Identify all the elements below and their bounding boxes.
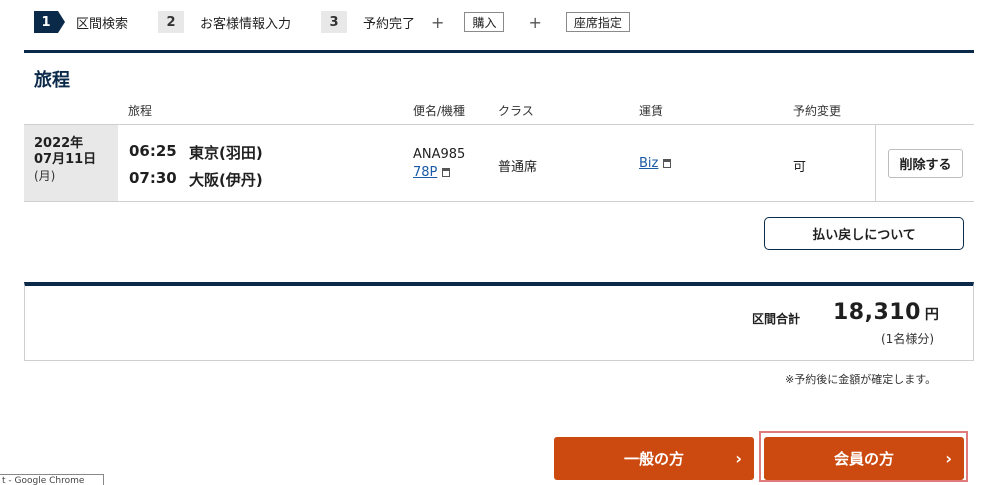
arrival-airport: 大阪(伊丹) (189, 171, 263, 189)
section-top-border (24, 50, 974, 53)
itinerary-row: 2022年 07月11日 (月) 06:25 東京(羽田) 07:30 大阪(伊… (24, 124, 974, 202)
arrival-time: 07:30 (129, 169, 177, 187)
flight-number: ANA985 (413, 147, 466, 162)
column-divider (875, 125, 876, 201)
date-day-of-week: (月) (34, 169, 56, 183)
general-customer-button[interactable]: 一般の方 › (554, 437, 754, 480)
step-3: 3 予約完了 (321, 11, 445, 33)
fare-type-label: Biz (639, 156, 659, 171)
popup-window-icon (442, 168, 451, 177)
header-route: 旅程 (128, 104, 153, 118)
step-seat-selection: 座席指定 (565, 12, 630, 32)
header-class: クラス (498, 104, 534, 118)
total-currency: 円 (924, 307, 940, 323)
step-2-number: 2 (158, 11, 185, 33)
total-amount-value: 18,310 (833, 300, 921, 325)
departure-time: 06:25 (129, 142, 177, 160)
step-1: 1 区間検索 (34, 11, 158, 33)
member-label: 会員の方 (833, 450, 894, 468)
chevron-right-icon: › (735, 449, 742, 468)
change-allowed: 可 (793, 160, 807, 175)
step-2: 2 お客様情報入力 (158, 11, 321, 33)
step-2-label: お客様情報入力 (200, 16, 292, 32)
date-cell: 2022年 07月11日 (月) (24, 125, 118, 201)
price-note: ※予約後に金額が確定します。 (785, 373, 937, 386)
delete-button[interactable]: 削除する (888, 149, 963, 178)
departure-airport: 東京(羽田) (189, 144, 263, 162)
step-3-label: 予約完了 (363, 16, 416, 32)
header-fare: 運賃 (639, 104, 664, 118)
chevron-right-icon: › (945, 449, 952, 468)
date-year: 2022年 (34, 136, 84, 151)
total-label: 区間合計 (752, 312, 801, 326)
member-button[interactable]: 会員の方 › (764, 437, 964, 480)
seat-class: 普通席 (498, 160, 538, 175)
step-3-number: 3 (321, 11, 348, 33)
itinerary-title: 旅程 (34, 70, 70, 91)
plus-icon: + (528, 12, 542, 32)
step-1-number: 1 (34, 11, 65, 33)
date-month-day: 07月11日 (34, 152, 97, 167)
header-flight: 便名/機種 (413, 104, 466, 118)
popup-window-icon (663, 159, 672, 168)
general-customer-label: 一般の方 (623, 450, 684, 468)
step-progress-bar: 1 区間検索 2 お客様情報入力 3 予約完了 + 購入 + 座席指定 (34, 11, 630, 33)
browser-tab-tooltip: t - Google Chrome (0, 474, 104, 485)
fare-type-link[interactable]: Biz (639, 156, 672, 171)
total-panel: 区間合計 18,310 円 (1名様分) (24, 282, 974, 361)
step-1-label: 区間検索 (76, 16, 129, 32)
header-change: 予約変更 (793, 104, 842, 118)
aircraft-type-label: 78P (413, 165, 438, 180)
aircraft-type-link[interactable]: 78P (413, 165, 451, 180)
total-amount: 18,310 円 (833, 300, 939, 325)
plus-icon: + (431, 12, 445, 32)
total-per-person: (1名様分) (881, 332, 934, 346)
step-purchase: 購入 (464, 12, 505, 32)
refund-info-button[interactable]: 払い戻しについて (764, 217, 964, 250)
